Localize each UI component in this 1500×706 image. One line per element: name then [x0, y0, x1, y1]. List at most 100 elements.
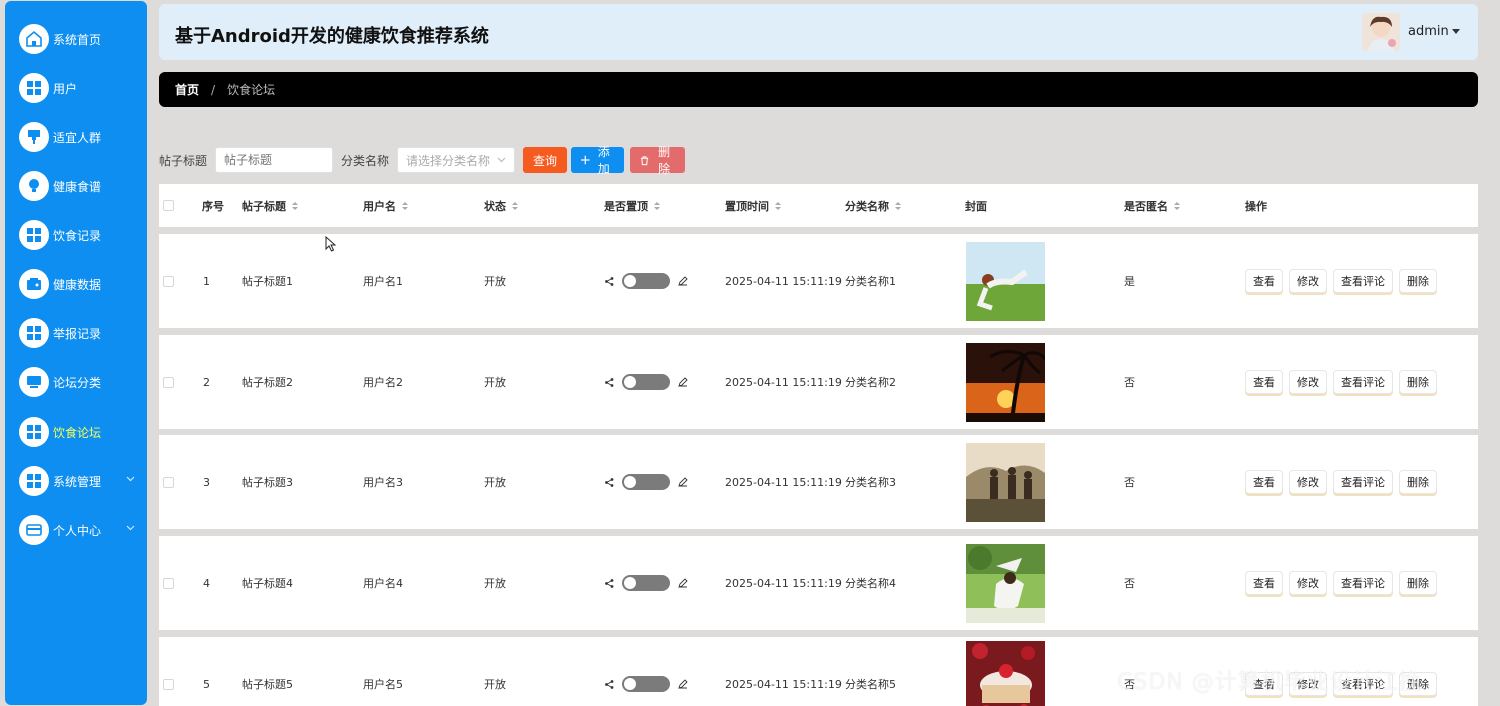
cover-image[interactable] [966, 543, 1045, 623]
cover-image[interactable] [966, 641, 1045, 706]
edit-button[interactable]: 修改 [1289, 571, 1327, 595]
delete-button[interactable]: 删除 [1399, 470, 1437, 494]
grid-icon [19, 417, 49, 447]
share-icon[interactable] [605, 679, 614, 689]
row-checkbox[interactable] [163, 275, 174, 287]
sort-icon[interactable] [402, 201, 408, 210]
cell-status: 开放 [484, 577, 506, 590]
column-header-pinned[interactable]: 是否置顶 [604, 184, 660, 227]
row-checkbox[interactable] [163, 376, 174, 388]
view-button[interactable]: 查看 [1245, 370, 1283, 394]
share-icon[interactable] [605, 578, 614, 588]
title-filter-label: 帖子标题 [159, 153, 208, 168]
view-button[interactable]: 查看 [1245, 571, 1283, 595]
cover-image[interactable] [966, 241, 1045, 321]
view-comments-button[interactable]: 查看评论 [1333, 269, 1393, 293]
add-button[interactable]: 添加 [571, 145, 625, 176]
column-header-status[interactable]: 状态 [484, 184, 518, 227]
column-header-pinned-time[interactable]: 置顶时间 [725, 184, 781, 227]
sidebar-item-forum-categories[interactable]: 论坛分类 [19, 365, 147, 399]
pencil-icon[interactable] [678, 477, 688, 487]
edit-button[interactable]: 修改 [1289, 470, 1327, 494]
caret-down-icon[interactable] [1452, 29, 1460, 34]
select-all-cell [163, 184, 174, 227]
view-comments-button[interactable]: 查看评论 [1333, 370, 1393, 394]
select-all-checkbox[interactable] [163, 200, 174, 211]
category-select[interactable]: 请选择分类名称 [397, 147, 516, 173]
batch-delete-button[interactable]: 删除 [630, 145, 686, 176]
column-header-label: 帖子标题 [242, 199, 286, 213]
view-comments-button[interactable]: 查看评论 [1333, 470, 1393, 494]
pinned-toggle[interactable] [622, 676, 670, 692]
column-header-user[interactable]: 用户名 [363, 184, 408, 227]
table-row: 2 帖子标题2 用户名2 开放 2025-04-11 15:11:19 分类名称… [159, 335, 1478, 429]
sidebar-item-users[interactable]: 用户 [19, 71, 147, 105]
title-search-input[interactable] [215, 147, 334, 173]
column-header-label: 状态 [484, 199, 506, 213]
card-icon [19, 515, 49, 545]
delete-button[interactable]: 删除 [1399, 269, 1437, 293]
sort-icon[interactable] [654, 201, 660, 210]
chevron-down-icon [497, 157, 506, 163]
share-icon[interactable] [605, 477, 614, 487]
plus-icon [581, 155, 590, 165]
sidebar-item-diet-records[interactable]: 饮食记录 [19, 218, 147, 252]
cell-pinned [605, 637, 688, 706]
cell-status: 开放 [484, 678, 506, 691]
pencil-icon[interactable] [678, 679, 688, 689]
view-button[interactable]: 查看 [1245, 470, 1283, 494]
pinned-toggle[interactable] [622, 273, 670, 289]
sort-icon[interactable] [512, 201, 518, 210]
row-checkbox[interactable] [163, 678, 174, 690]
sidebar-item-personal-center[interactable]: 个人中心 [19, 513, 147, 547]
share-icon[interactable] [605, 276, 614, 286]
sort-icon[interactable] [1174, 201, 1180, 210]
column-header-title[interactable]: 帖子标题 [242, 184, 298, 227]
delete-button[interactable]: 删除 [1399, 571, 1437, 595]
edit-button[interactable]: 修改 [1289, 269, 1327, 293]
sidebar-item-reports[interactable]: 举报记录 [19, 316, 147, 350]
sidebar-item-suitable-groups[interactable]: 适宜人群 [19, 120, 147, 154]
view-comments-button[interactable]: 查看评论 [1333, 571, 1393, 595]
share-icon[interactable] [605, 377, 614, 387]
cell-user: 用户名2 [363, 376, 403, 389]
pinned-toggle[interactable] [622, 374, 670, 390]
column-header-label: 是否匿名 [1124, 199, 1168, 213]
sidebar-item-health-data[interactable]: 健康数据 [19, 267, 147, 301]
breadcrumb-home[interactable]: 首页 [175, 81, 199, 98]
pencil-icon[interactable] [678, 578, 688, 588]
sidebar-item-home[interactable]: 系统首页 [19, 22, 147, 56]
sidebar-item-label: 健康数据 [53, 277, 102, 292]
sort-icon[interactable] [895, 201, 901, 210]
column-header-category[interactable]: 分类名称 [845, 184, 901, 227]
pinned-toggle[interactable] [622, 575, 670, 591]
cell-status: 开放 [484, 376, 506, 389]
pencil-icon[interactable] [678, 377, 688, 387]
delete-button[interactable]: 删除 [1399, 370, 1437, 394]
cell-pinned-time: 2025-04-11 15:11:19 [725, 576, 842, 590]
pencil-icon[interactable] [678, 276, 688, 286]
sort-icon[interactable] [775, 201, 781, 210]
column-header-anonymous[interactable]: 是否匿名 [1124, 184, 1180, 227]
edit-button[interactable]: 修改 [1289, 370, 1327, 394]
sidebar-item-recipes[interactable]: 健康食谱 [19, 169, 147, 203]
avatar[interactable] [1362, 13, 1400, 51]
query-button[interactable]: 查询 [523, 147, 568, 173]
username-label[interactable]: admin [1408, 24, 1449, 39]
pinned-toggle[interactable] [622, 474, 670, 490]
sort-icon[interactable] [292, 201, 298, 210]
column-header-label: 封面 [965, 199, 987, 213]
row-checkbox[interactable] [163, 476, 174, 488]
monitor-icon [19, 367, 49, 397]
cell-pinned [605, 435, 688, 529]
cell-anonymous: 否 [1124, 577, 1135, 590]
cover-image[interactable] [966, 442, 1045, 522]
cell-user: 用户名1 [363, 275, 403, 288]
row-checkbox[interactable] [163, 577, 174, 589]
sidebar-item-diet-forum[interactable]: 饮食论坛 [19, 415, 147, 449]
cell-category: 分类名称2 [845, 376, 896, 389]
cover-image[interactable] [966, 342, 1045, 422]
view-button[interactable]: 查看 [1245, 269, 1283, 293]
sidebar-item-system-management[interactable]: 系统管理 [19, 464, 147, 498]
wallet-icon [19, 269, 49, 299]
